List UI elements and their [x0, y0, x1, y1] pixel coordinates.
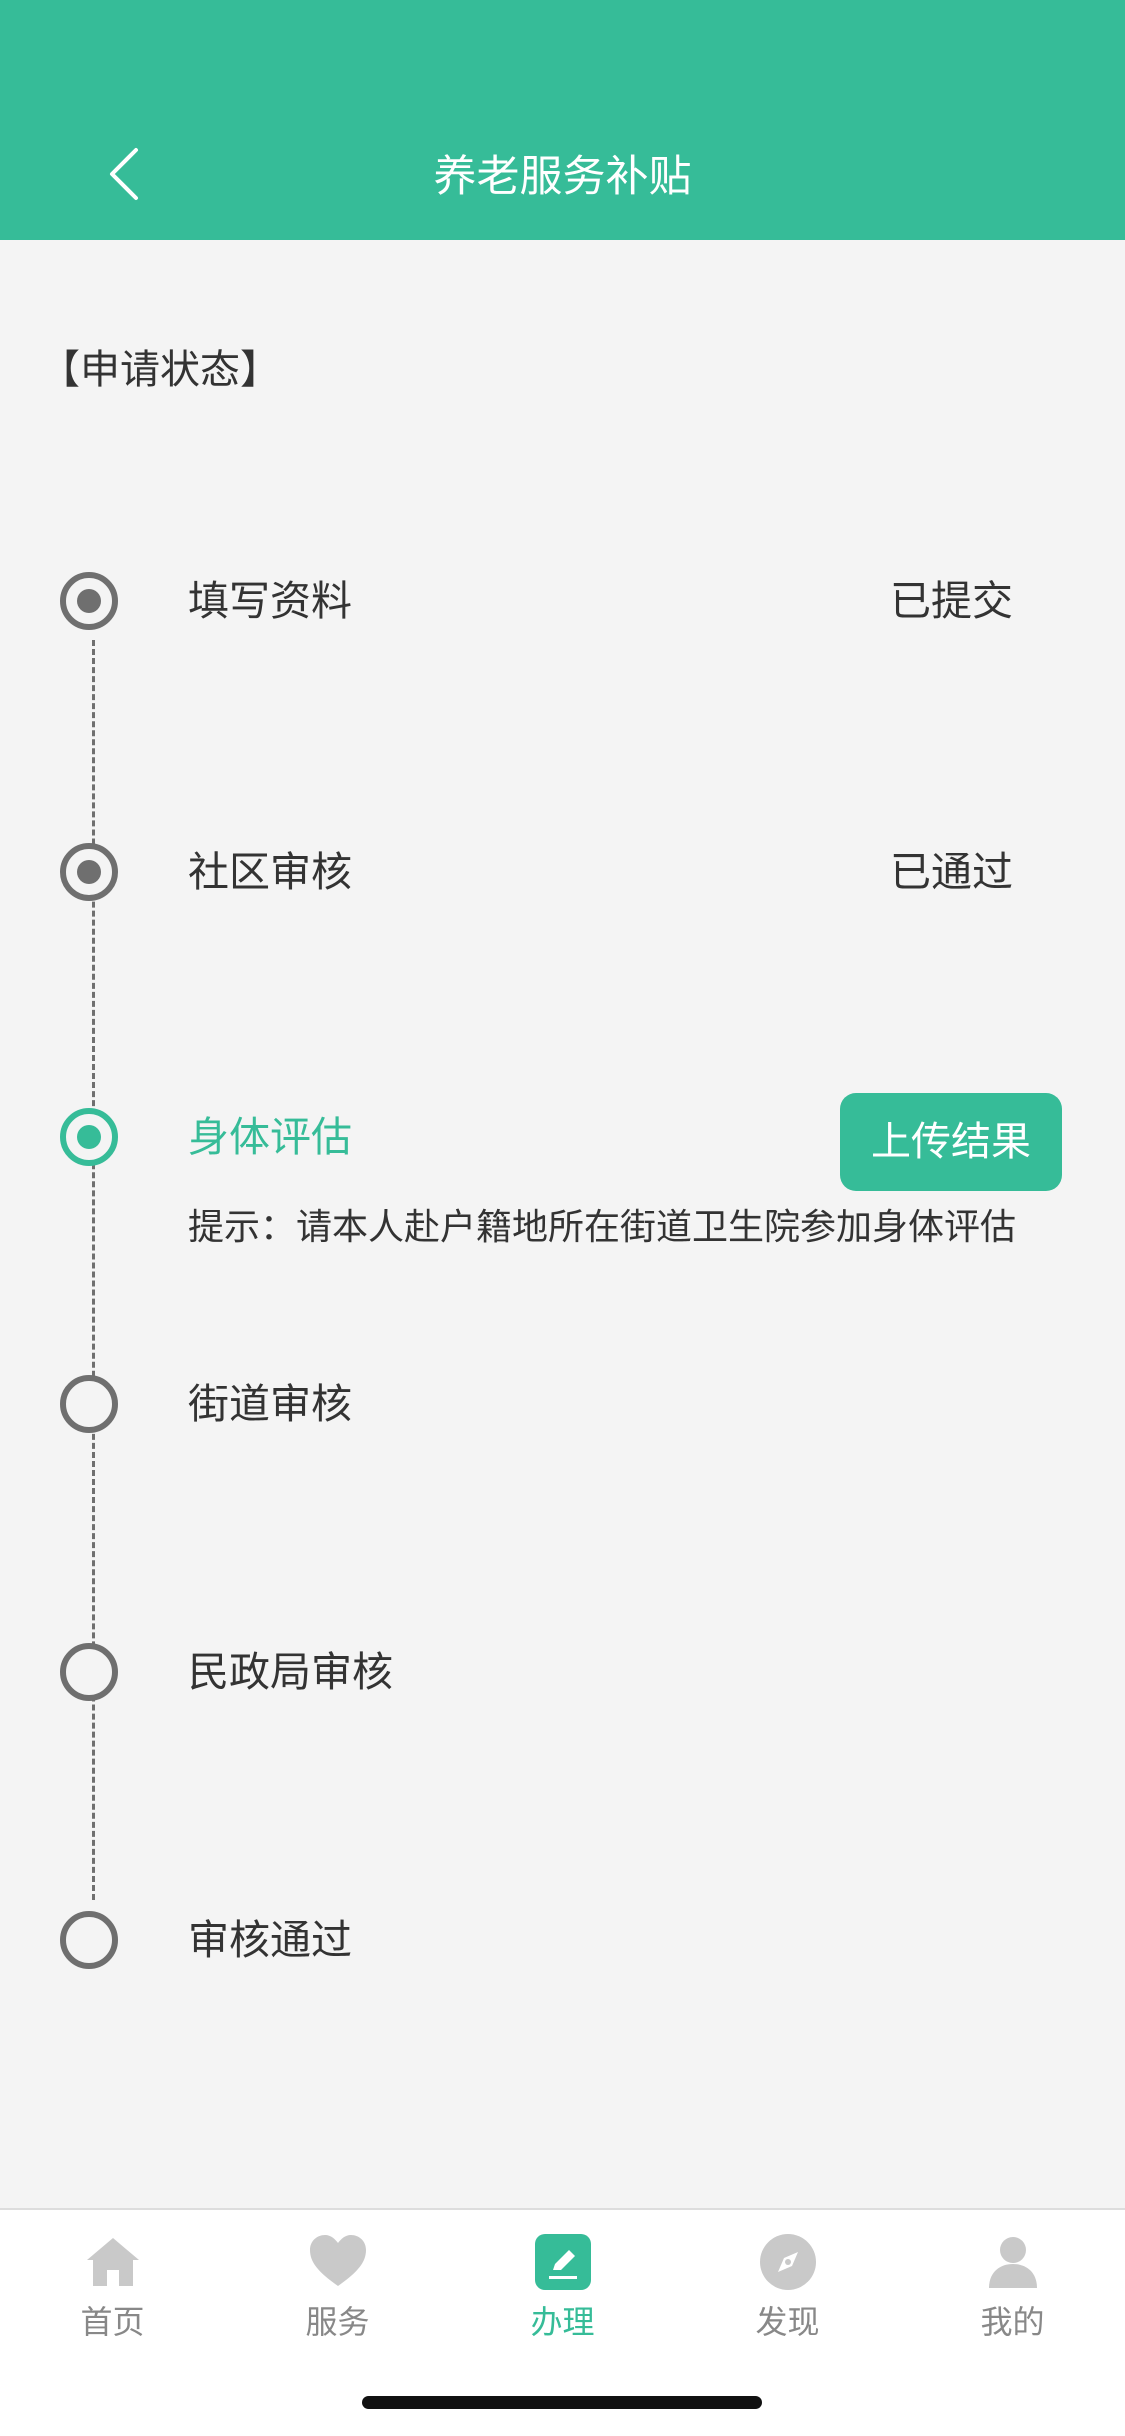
heart-icon [309, 2235, 366, 2286]
edit-icon [534, 2234, 591, 2290]
step-pending-indicator [60, 1375, 118, 1433]
tab-label: 我的 [980, 2303, 1045, 2341]
step-label: 街道审核 [188, 1380, 352, 1428]
timeline-step: 街道审核 [0, 1375, 1125, 1495]
tab-label: 发现 [755, 2303, 820, 2341]
page-title: 养老服务补贴 [433, 152, 692, 202]
step-hint: 提示：请本人赴户籍地所在街道卫生院参加身体评估 [188, 1207, 1017, 1248]
tab-label: 首页 [80, 2303, 145, 2341]
tab-home[interactable]: 首页 [0, 2232, 225, 2352]
step-current-indicator [60, 1108, 118, 1166]
tab-process[interactable]: 办理 [450, 2232, 675, 2352]
step-label: 审核通过 [188, 1916, 352, 1964]
timeline-step: 审核通过 [0, 1911, 1125, 2031]
timeline-step: 民政局审核 [0, 1643, 1125, 1763]
section-title: 【申请状态】 [40, 347, 280, 393]
upload-result-button[interactable]: 上传结果 [840, 1093, 1062, 1191]
step-label: 社区审核 [188, 848, 352, 896]
step-status: 已通过 [890, 848, 1013, 896]
user-icon [988, 2237, 1037, 2288]
step-label: 填写资料 [188, 577, 352, 625]
step-pending-indicator [60, 1911, 118, 1969]
step-label: 身体评估 [188, 1113, 352, 1161]
step-pending-indicator [60, 1643, 118, 1701]
tab-label: 服务 [305, 2303, 370, 2341]
step-status: 已提交 [890, 577, 1013, 625]
tab-discover[interactable]: 发现 [675, 2232, 900, 2352]
compass-icon [759, 2234, 816, 2290]
tab-label: 办理 [530, 2303, 595, 2341]
header-bar: 养老服务补贴 [0, 0, 1125, 240]
timeline-step-current: 身体评估 上传结果 提示：请本人赴户籍地所在街道卫生院参加身体评估 [0, 1093, 1125, 1248]
step-done-indicator [60, 843, 118, 901]
step-done-indicator [60, 572, 118, 630]
timeline-step: 社区审核 已通过 [0, 843, 1125, 963]
step-label: 民政局审核 [188, 1648, 393, 1696]
tab-mine[interactable]: 我的 [900, 2232, 1125, 2352]
tab-services[interactable]: 服务 [225, 2232, 450, 2352]
home-indicator [362, 2396, 762, 2409]
timeline-step: 填写资料 已提交 [0, 572, 1125, 692]
page: 养老服务补贴 【申请状态】 填写资料 已提交 社区审核 已通过 身体评估 上传结… [0, 0, 1125, 2436]
home-icon [86, 2238, 139, 2286]
